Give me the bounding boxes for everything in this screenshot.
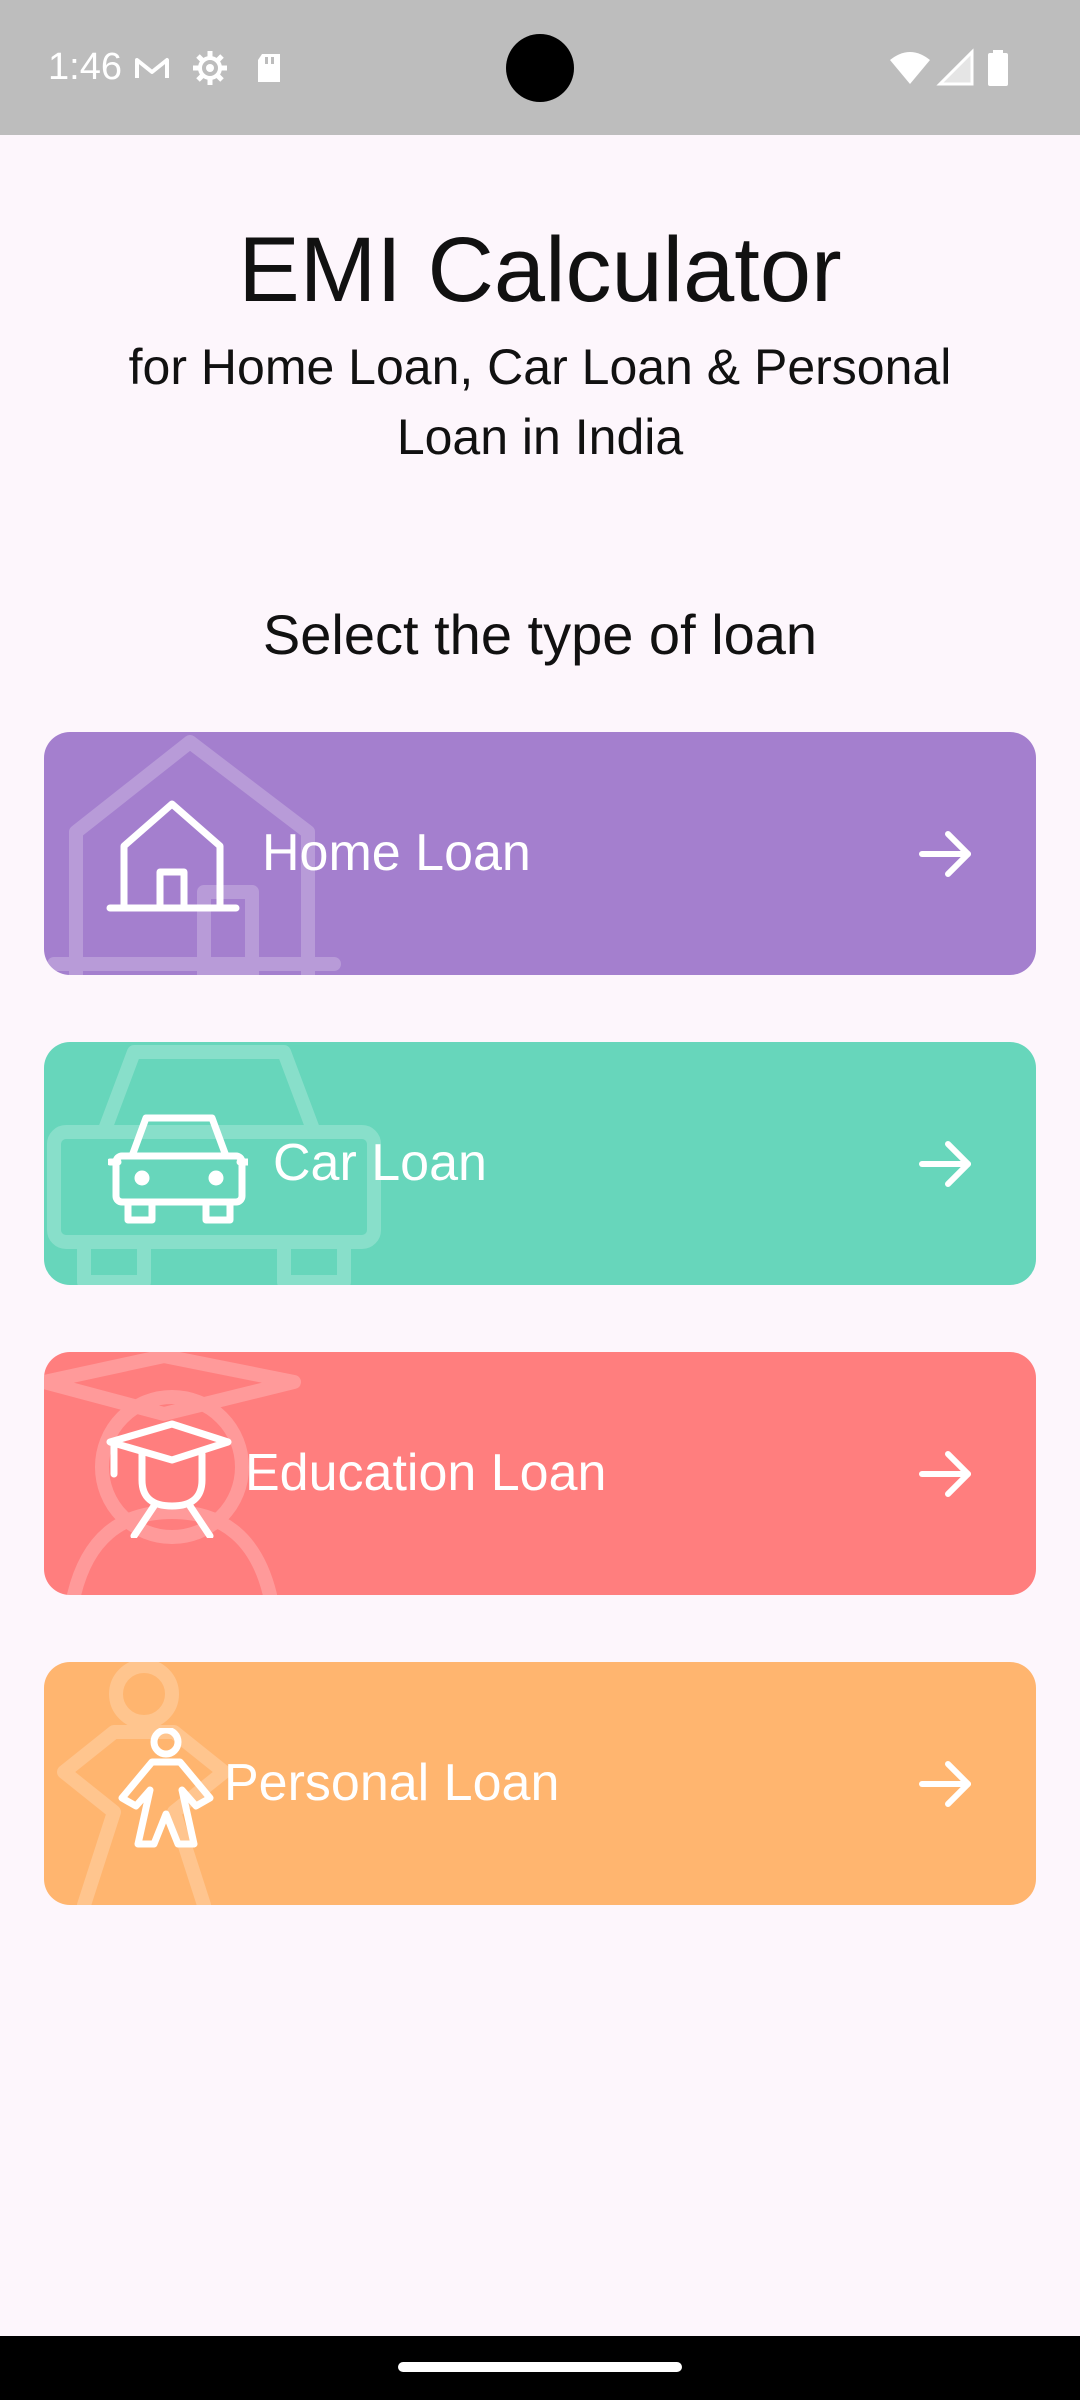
signal-icon bbox=[936, 48, 974, 86]
education-loan-card[interactable]: Education Loan bbox=[44, 1352, 1036, 1595]
graduate-icon bbox=[106, 1420, 232, 1538]
gmail-icon bbox=[135, 58, 169, 78]
personal-loan-card[interactable]: Personal Loan bbox=[44, 1662, 1036, 1905]
section-heading: Select the type of loan bbox=[262, 603, 818, 666]
wifi-icon bbox=[890, 52, 930, 84]
navigation-bar bbox=[0, 2336, 1080, 2400]
education-loan-label: Education Loan bbox=[245, 1444, 607, 1502]
car-loan-label: Car Loan bbox=[273, 1134, 487, 1192]
page-subtitle: for Home Loan, Car Loan & Personal Loan … bbox=[128, 339, 952, 465]
sd-card-icon bbox=[258, 54, 280, 82]
status-bar: 1:46 bbox=[0, 0, 1080, 135]
home-loan-label: Home Loan bbox=[262, 824, 531, 882]
car-loan-card[interactable]: Car Loan bbox=[44, 1042, 1036, 1285]
house-icon bbox=[106, 800, 240, 912]
arrow-right-icon bbox=[919, 1451, 971, 1497]
page-title: EMI Calculator bbox=[238, 219, 842, 321]
personal-loan-label: Personal Loan bbox=[224, 1754, 560, 1812]
car-icon bbox=[108, 1114, 248, 1224]
settings-icon bbox=[193, 51, 227, 85]
arrow-right-icon bbox=[919, 1761, 971, 1807]
arrow-right-icon bbox=[919, 831, 971, 877]
home-gesture-handle[interactable] bbox=[398, 2362, 682, 2372]
arrow-right-icon bbox=[919, 1141, 971, 1187]
battery-icon bbox=[988, 50, 1008, 86]
home-loan-card[interactable]: Home Loan bbox=[44, 732, 1036, 975]
status-time: 1:46 bbox=[48, 46, 122, 88]
camera-cutout bbox=[506, 34, 574, 102]
